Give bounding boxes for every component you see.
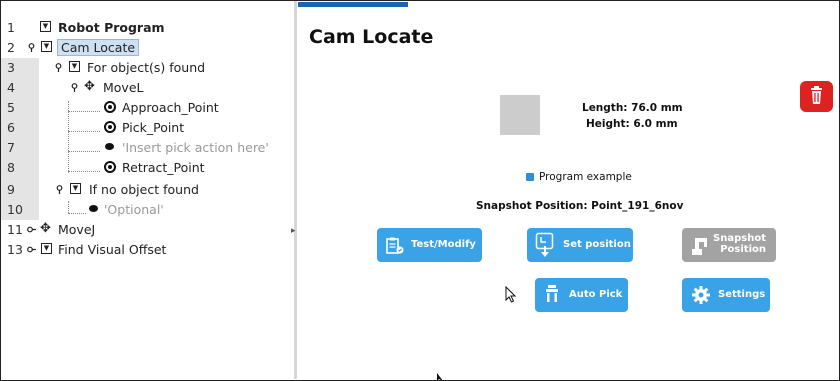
pin-icon <box>71 83 78 92</box>
auto-pick-label: Auto Pick <box>569 289 623 300</box>
snapshot-position-button[interactable]: Snapshot Position <box>682 228 776 262</box>
pin-collapsed-icon <box>27 226 36 233</box>
set-position-label: Set position <box>563 239 631 250</box>
tree-node-label: 'Optional' <box>104 202 164 217</box>
line-number: 7 <box>7 140 15 155</box>
comment-bubble-icon <box>89 205 98 212</box>
waypoint-target-icon <box>104 121 116 133</box>
snapshot-label-line1: Snapshot <box>713 233 766 244</box>
tree-node-label: For object(s) found <box>87 60 206 75</box>
object-dimensions: Length: 76.0 mm Height: 6.0 mm <box>582 100 683 132</box>
tree-row[interactable]: 6 Pick_Point <box>1 118 294 138</box>
snapshot-position-label: Snapshot Position <box>713 233 766 255</box>
tree-row[interactable]: 13 ▼ Find Visual Offset <box>1 240 294 260</box>
page-title: Cam Locate <box>309 26 434 48</box>
pin-collapsed-icon <box>27 246 36 253</box>
collapse-triangle-icon[interactable]: ▼ <box>41 243 52 254</box>
tree-node-label: Pick_Point <box>122 120 185 135</box>
tree-row[interactable]: 3 ▼ For object(s) found <box>1 58 294 78</box>
mouse-cursor-icon <box>437 373 443 381</box>
auto-pick-button[interactable]: Auto Pick <box>535 278 628 312</box>
line-number: 1 <box>7 20 15 35</box>
move-arrows-icon: ✥ <box>40 221 51 236</box>
program-example-label: Program example <box>539 171 632 183</box>
object-preview-image <box>500 95 540 135</box>
tree-row[interactable]: 10 'Optional' <box>1 200 294 220</box>
info-square-icon <box>526 173 534 181</box>
collapse-triangle-icon[interactable]: ▼ <box>70 183 81 194</box>
line-number: 6 <box>7 120 15 135</box>
comment-bubble-icon <box>105 143 114 150</box>
line-number: 2 <box>7 40 15 55</box>
move-arrows-icon: ✥ <box>84 79 95 94</box>
length-text: Length: 76.0 mm <box>582 102 683 114</box>
tree-row[interactable]: 9 ▼ If no object found <box>1 180 294 200</box>
line-number: 13 <box>7 242 23 257</box>
tree-row[interactable]: 4 ✥ MoveL <box>1 78 294 98</box>
collapse-panel-arrow-icon[interactable]: ▸ <box>291 226 296 236</box>
pin-icon <box>56 185 63 194</box>
waypoint-target-icon <box>104 161 116 173</box>
test-modify-label: Test/Modify <box>411 239 476 250</box>
trash-icon <box>811 86 822 104</box>
set-position-icon <box>535 232 554 257</box>
tree-row[interactable]: 5 Approach_Point <box>1 98 294 118</box>
collapse-triangle-icon[interactable]: ▼ <box>41 41 52 52</box>
gripper-icon <box>546 285 558 302</box>
test-modify-button[interactable]: Test/Modify <box>377 228 482 262</box>
delete-button[interactable] <box>800 81 833 112</box>
tree-row[interactable]: 11 ✥ MoveJ <box>1 220 294 240</box>
tree-row[interactable]: 7 'Insert pick action here' <box>1 138 294 158</box>
snapshot-label-line2: Position <box>720 244 766 255</box>
line-number: 3 <box>7 60 15 75</box>
pin-icon <box>28 43 35 52</box>
tree-node-label: MoveJ <box>58 222 96 237</box>
line-number: 10 <box>7 202 23 217</box>
collapse-triangle-icon[interactable]: ▼ <box>69 61 80 72</box>
tree-row-selected[interactable]: 2 ▼ Cam Locate <box>1 38 294 58</box>
settings-button[interactable]: Settings <box>682 278 770 312</box>
tree-node-label: Find Visual Offset <box>58 242 167 257</box>
tree-row[interactable]: 8 Retract_Point <box>1 158 294 178</box>
line-number: 5 <box>7 100 15 115</box>
robot-arm-icon <box>692 238 707 255</box>
clipboard-edit-icon <box>386 237 404 254</box>
program-example-link[interactable]: Program example <box>526 171 632 183</box>
settings-label: Settings <box>718 289 766 300</box>
set-position-button[interactable]: Set position <box>527 228 633 262</box>
line-number: 8 <box>7 160 15 175</box>
waypoint-target-icon <box>104 101 116 113</box>
line-number: 9 <box>7 182 15 197</box>
tree-node-label: Approach_Point <box>122 100 219 115</box>
mouse-cursor-icon <box>505 286 517 303</box>
program-tree-panel: 1 ▼ Robot Program 2 ▼ Cam Locate 3 ▼ For… <box>1 1 294 379</box>
line-number: 11 <box>7 222 23 237</box>
tree-row[interactable]: 1 ▼ Robot Program <box>1 18 294 38</box>
tree-node-label: Robot Program <box>58 20 165 35</box>
tree-node-label: Cam Locate <box>57 39 140 56</box>
collapse-triangle-icon[interactable]: ▼ <box>40 21 51 32</box>
tree-node-label: 'Insert pick action here' <box>122 140 269 155</box>
height-text: Height: 6.0 mm <box>586 118 678 130</box>
snapshot-position-text: Snapshot Position: Point_191_6nov <box>476 200 684 212</box>
gear-icon <box>692 286 710 304</box>
pin-icon <box>55 63 62 72</box>
cam-locate-panel: Cam Locate Length: 76.0 mm Height: 6.0 m… <box>297 1 838 381</box>
tree-node-label: If no object found <box>89 182 199 197</box>
line-number: 4 <box>7 80 15 95</box>
tree-node-label: Retract_Point <box>122 160 205 175</box>
tree-node-label: MoveL <box>103 80 144 95</box>
